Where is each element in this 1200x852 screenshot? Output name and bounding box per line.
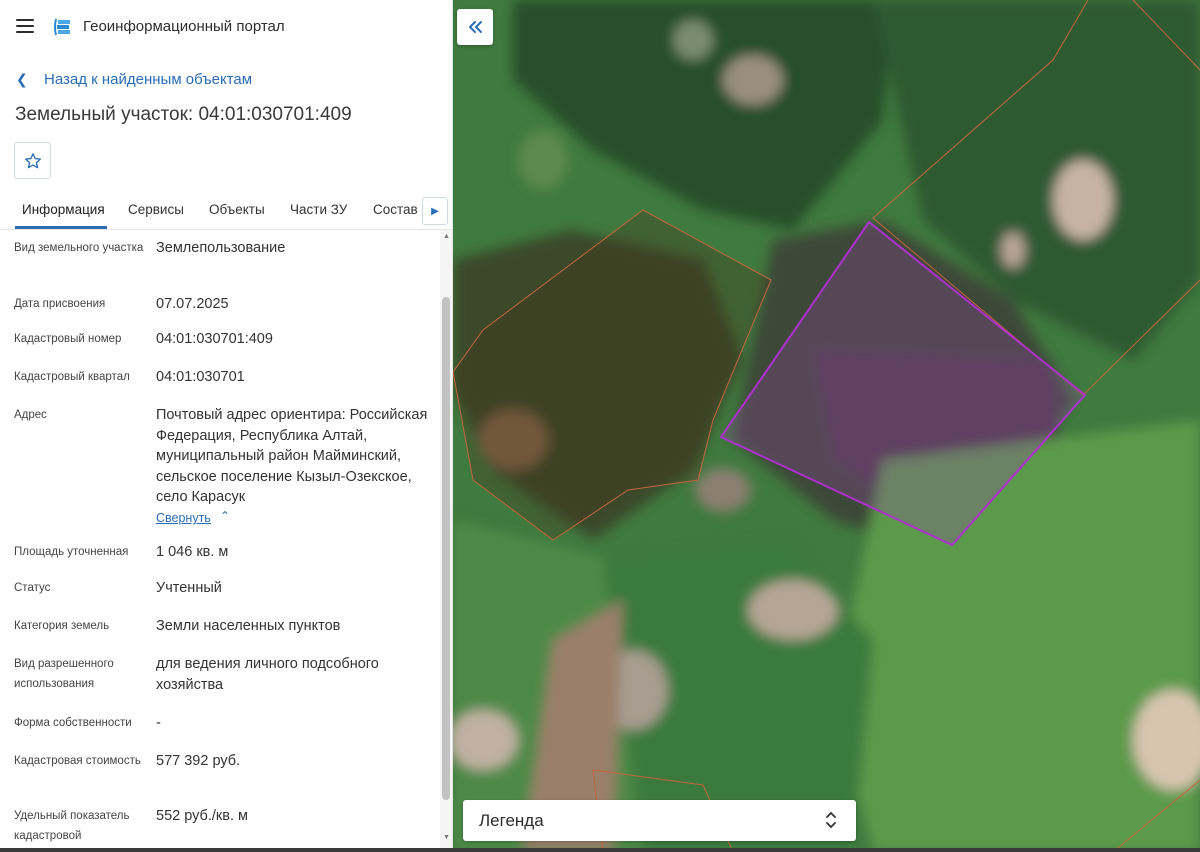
satellite-map[interactable] <box>453 0 1200 852</box>
property-value: 07.07.2025 <box>156 296 229 312</box>
property-value: 1 046 кв. м <box>156 544 229 560</box>
collapse-panel-button[interactable] <box>457 9 493 45</box>
scroll-up-arrow-icon[interactable]: ▲ <box>443 233 450 240</box>
property-label: Категория земель <box>14 620 110 632</box>
property-value: 552 руб./кв. м <box>156 808 248 824</box>
property-label: Вид разрешенного использования <box>14 658 114 690</box>
property-value: 04:01:030701 <box>156 369 245 385</box>
property-value: Земли населенных пунктов <box>156 618 341 634</box>
double-chevron-left-icon <box>469 21 482 33</box>
portal-logo-icon <box>54 18 70 36</box>
info-panel: Геоинформационный портал ❮ Назад к найде… <box>0 0 453 852</box>
property-list: Вид земельного участка Землепользование … <box>0 230 440 852</box>
chevron-left-icon: ❮ <box>16 70 28 87</box>
tab-information[interactable]: Информация <box>22 202 105 217</box>
back-link-label: Назад к найденным объектам <box>44 70 253 88</box>
scrollbar-thumb[interactable] <box>442 297 450 800</box>
property-value: Землепользование <box>156 240 286 256</box>
property-label: Статус <box>14 582 51 594</box>
app-title: Геоинформационный портал <box>83 18 285 35</box>
favorite-button[interactable] <box>14 142 51 179</box>
property-value: Учтенный <box>156 580 222 596</box>
bottom-border <box>0 848 1200 852</box>
legend-dropdown[interactable]: Легенда <box>463 800 856 841</box>
tabs-scroll-right-button[interactable]: ▶ <box>422 197 448 225</box>
property-label: Площадь уточненная <box>14 546 129 558</box>
property-label: Адрес <box>14 409 47 421</box>
property-label: Кадастровый номер <box>14 333 122 345</box>
property-value: - <box>156 715 161 731</box>
scroll-down-arrow-icon[interactable]: ▼ <box>443 834 450 841</box>
legend-label: Легенда <box>479 811 544 830</box>
property-label: Кадастровый квартал <box>14 371 130 383</box>
tab-services[interactable]: Сервисы <box>128 202 184 217</box>
chevron-up-down-icon <box>826 811 836 829</box>
property-label: Форма собственности <box>14 717 132 729</box>
property-value: Почтовый адрес ориентира: Российская Фед… <box>156 407 428 505</box>
property-label: Вид земельного участка <box>14 242 144 254</box>
property-label: Дата присвоения <box>14 298 106 310</box>
active-tab-indicator <box>15 226 107 229</box>
collapse-address-link[interactable]: Свернуть <box>156 511 211 525</box>
tab-land-parts[interactable]: Части ЗУ <box>290 202 347 217</box>
star-icon <box>24 152 41 168</box>
property-value: для ведения личного подсобного хозяйства <box>156 656 379 693</box>
page-title: Земельный участок: 04:01:030701:409 <box>15 104 352 125</box>
map-imagery <box>453 0 1200 852</box>
app-header: Геоинформационный портал <box>0 0 452 54</box>
back-to-results-link[interactable]: ❮ Назад к найденным объектам <box>16 68 252 90</box>
property-label: Удельный показатель кадастровой <box>14 810 130 842</box>
tab-objects[interactable]: Объекты <box>209 202 265 217</box>
tab-composition[interactable]: Состав <box>373 202 418 217</box>
tab-bar: Информация Сервисы Объекты Части ЗУ Сост… <box>0 190 452 230</box>
chevron-up-icon[interactable]: ⌃ <box>220 509 230 523</box>
property-value: 577 392 руб. <box>156 753 241 769</box>
property-value: 04:01:030701:409 <box>156 331 273 347</box>
property-label: Кадастровая стоимость <box>14 755 141 767</box>
caret-right-icon: ▶ <box>431 205 439 217</box>
menu-icon[interactable] <box>16 19 34 33</box>
